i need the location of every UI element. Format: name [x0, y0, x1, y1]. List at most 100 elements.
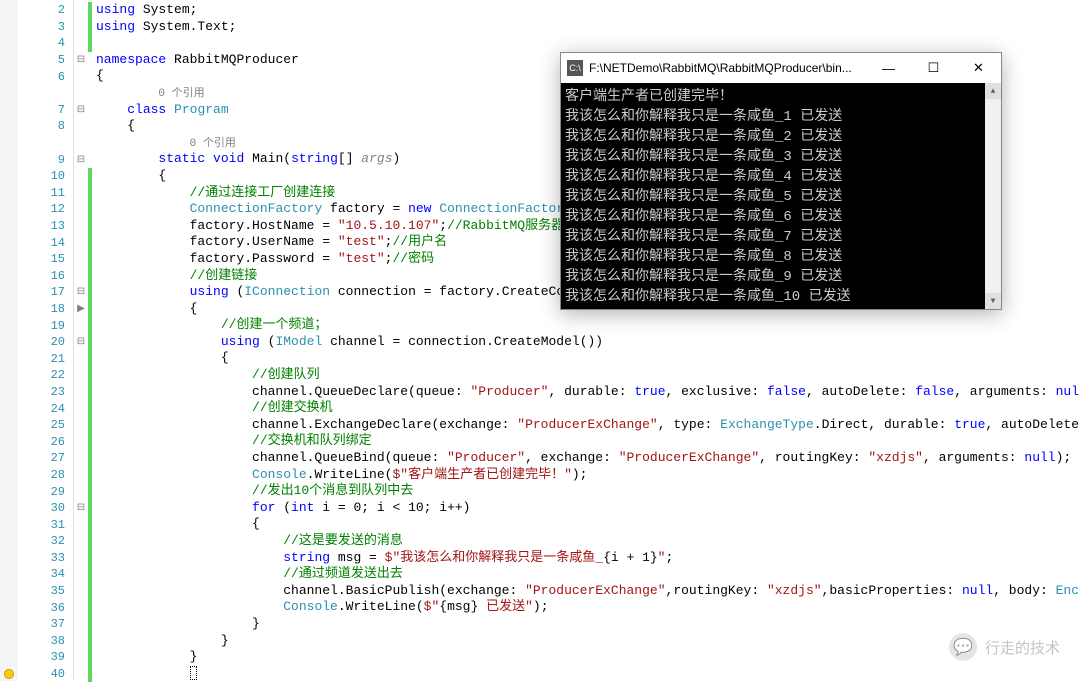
- breakpoint-cell[interactable]: [0, 218, 18, 235]
- code-line[interactable]: }: [92, 633, 1080, 650]
- console-scrollbar[interactable]: ▲ ▼: [985, 83, 1001, 309]
- line-number[interactable]: 10: [18, 168, 73, 185]
- line-number[interactable]: 22: [18, 367, 73, 384]
- breakpoint-cell[interactable]: [0, 599, 18, 616]
- breakpoint-cell[interactable]: [0, 633, 18, 650]
- code-line[interactable]: using System;: [92, 2, 1080, 19]
- fold-toggle-icon[interactable]: ⊟: [74, 284, 88, 301]
- breakpoint-cell[interactable]: [0, 68, 18, 85]
- breakpoint-cell[interactable]: [0, 251, 18, 268]
- breakpoint-cell[interactable]: [0, 334, 18, 351]
- scrollbar-up-icon[interactable]: ▲: [985, 83, 1001, 99]
- breakpoint-cell[interactable]: [0, 350, 18, 367]
- breakpoint-cell[interactable]: [0, 185, 18, 202]
- fold-toggle-icon[interactable]: ⊟: [74, 151, 88, 168]
- breakpoint-cell[interactable]: [0, 384, 18, 401]
- code-line[interactable]: using (IModel channel = connection.Creat…: [92, 334, 1080, 351]
- fold-toggle-icon[interactable]: ⊟: [74, 52, 88, 69]
- line-number[interactable]: 4: [18, 35, 73, 52]
- breakpoint-cell[interactable]: [0, 500, 18, 517]
- breakpoint-cell[interactable]: [0, 533, 18, 550]
- breakpoint-cell[interactable]: [0, 367, 18, 384]
- line-number[interactable]: 16: [18, 268, 73, 285]
- fold-toggle-icon[interactable]: ▶: [74, 301, 88, 318]
- line-number[interactable]: 37: [18, 616, 73, 633]
- code-line[interactable]: Console.WriteLine($"客户端生产者已创建完毕！");: [92, 467, 1080, 484]
- line-number[interactable]: 19: [18, 317, 73, 334]
- breakpoint-cell[interactable]: [0, 400, 18, 417]
- breakpoint-cell[interactable]: [0, 2, 18, 19]
- line-number[interactable]: 32: [18, 533, 73, 550]
- fold-column[interactable]: ⊟⊟⊟⊟▶⊟⊟: [74, 0, 88, 681]
- line-number[interactable]: 36: [18, 599, 73, 616]
- line-number[interactable]: 17: [18, 284, 73, 301]
- breakpoint-column[interactable]: [0, 0, 18, 681]
- line-number[interactable]: 23: [18, 384, 73, 401]
- code-line[interactable]: //这是要发送的消息: [92, 533, 1080, 550]
- breakpoint-cell[interactable]: [0, 85, 18, 102]
- maximize-button[interactable]: ☐: [911, 53, 956, 83]
- line-number[interactable]: 34: [18, 566, 73, 583]
- line-number[interactable]: 6: [18, 68, 73, 85]
- breakpoint-cell[interactable]: [0, 433, 18, 450]
- code-line[interactable]: channel.BasicPublish(exchange: "Producer…: [92, 583, 1080, 600]
- line-number[interactable]: 8: [18, 118, 73, 135]
- line-number[interactable]: 14: [18, 234, 73, 251]
- breakpoint-cell[interactable]: [0, 301, 18, 318]
- code-line[interactable]: using System.Text;: [92, 19, 1080, 36]
- line-number[interactable]: 21: [18, 350, 73, 367]
- code-line[interactable]: }: [92, 616, 1080, 633]
- code-line[interactable]: }: [92, 649, 1080, 666]
- fold-toggle-icon[interactable]: ⊟: [74, 102, 88, 119]
- line-number[interactable]: 15: [18, 251, 73, 268]
- breakpoint-cell[interactable]: [0, 118, 18, 135]
- breakpoint-cell[interactable]: [0, 151, 18, 168]
- code-line[interactable]: string msg = $"我该怎么和你解释我只是一条咸鱼_{i + 1}";: [92, 550, 1080, 567]
- line-number[interactable]: [18, 85, 73, 102]
- breakpoint-cell[interactable]: [0, 583, 18, 600]
- line-number[interactable]: 13: [18, 218, 73, 235]
- code-line[interactable]: channel.QueueBind(queue: "Producer", exc…: [92, 450, 1080, 467]
- breakpoint-cell[interactable]: [0, 268, 18, 285]
- line-number[interactable]: 18: [18, 301, 73, 318]
- breakpoint-cell[interactable]: [0, 234, 18, 251]
- breakpoint-cell[interactable]: [0, 450, 18, 467]
- line-number[interactable]: 39: [18, 649, 73, 666]
- fold-toggle-icon[interactable]: ⊟: [74, 500, 88, 517]
- breakpoint-cell[interactable]: [0, 483, 18, 500]
- breakpoint-cell[interactable]: [0, 201, 18, 218]
- line-number[interactable]: 9: [18, 151, 73, 168]
- line-number[interactable]: 26: [18, 433, 73, 450]
- line-number[interactable]: 40: [18, 666, 73, 682]
- line-number[interactable]: 28: [18, 467, 73, 484]
- breakpoint-cell[interactable]: [0, 168, 18, 185]
- breakpoint-cell[interactable]: [0, 616, 18, 633]
- breakpoint-cell[interactable]: [0, 102, 18, 119]
- code-line[interactable]: //交换机和队列绑定: [92, 433, 1080, 450]
- line-number[interactable]: 25: [18, 417, 73, 434]
- code-line[interactable]: //发出10个消息到队列中去: [92, 483, 1080, 500]
- line-number[interactable]: 11: [18, 185, 73, 202]
- code-line[interactable]: channel.ExchangeDeclare(exchange: "Produ…: [92, 417, 1080, 434]
- breakpoint-cell[interactable]: [0, 19, 18, 36]
- code-line[interactable]: Console.WriteLine($"{msg} 已发送");: [92, 599, 1080, 616]
- console-window[interactable]: C:\ F:\NETDemo\RabbitMQ\RabbitMQProducer…: [560, 52, 1002, 310]
- line-number[interactable]: 38: [18, 633, 73, 650]
- line-number-gutter[interactable]: 2345678910111213141516171819202122232425…: [18, 0, 74, 681]
- code-line[interactable]: //创建交换机: [92, 400, 1080, 417]
- breakpoint-cell[interactable]: [0, 649, 18, 666]
- line-number[interactable]: 7: [18, 102, 73, 119]
- breakpoint-cell[interactable]: [0, 284, 18, 301]
- line-number[interactable]: [18, 135, 73, 152]
- line-number[interactable]: 12: [18, 201, 73, 218]
- line-number[interactable]: 27: [18, 450, 73, 467]
- code-line[interactable]: {: [92, 516, 1080, 533]
- line-number[interactable]: 5: [18, 52, 73, 69]
- line-number[interactable]: 20: [18, 334, 73, 351]
- breakpoint-cell[interactable]: [0, 666, 18, 682]
- code-line[interactable]: for (int i = 0; i < 10; i++): [92, 500, 1080, 517]
- lightbulb-icon[interactable]: [4, 669, 14, 679]
- line-number[interactable]: 24: [18, 400, 73, 417]
- console-titlebar[interactable]: C:\ F:\NETDemo\RabbitMQ\RabbitMQProducer…: [561, 53, 1001, 83]
- breakpoint-cell[interactable]: [0, 317, 18, 334]
